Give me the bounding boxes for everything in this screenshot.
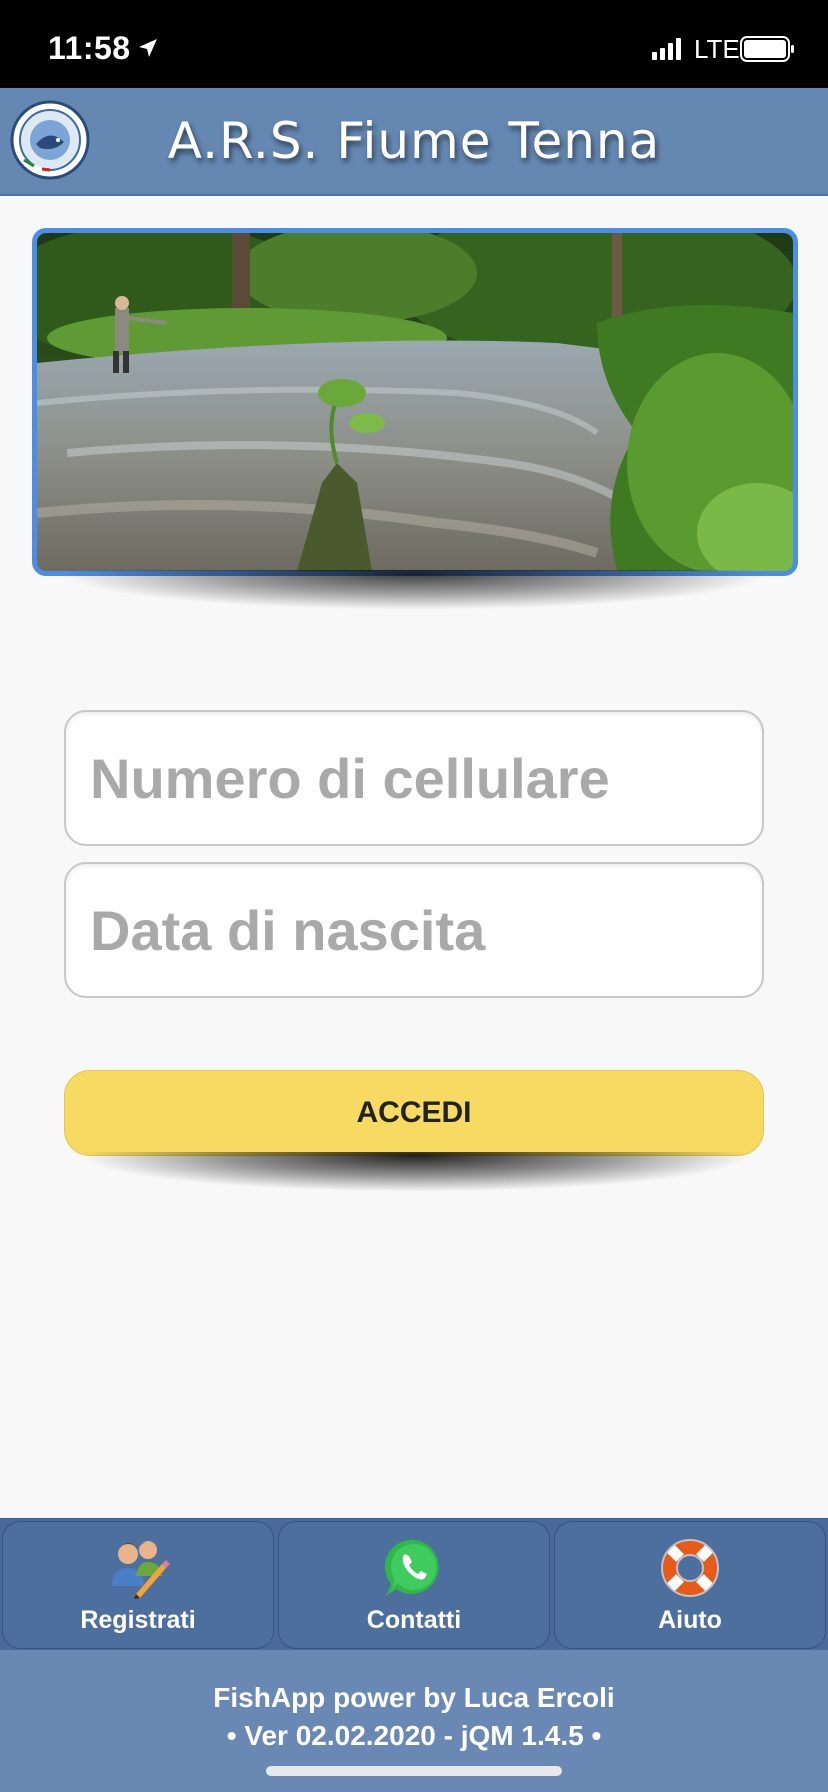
contacts-label: Contatti <box>366 1606 462 1634</box>
battery-icon <box>740 36 794 62</box>
help-button[interactable]: Aiuto <box>554 1521 826 1649</box>
bottom-nav: Registrati Contatti Aiuto <box>0 1518 828 1650</box>
home-indicator[interactable] <box>266 1766 562 1776</box>
help-label: Aiuto <box>658 1606 722 1634</box>
app-header: A.R.S. Fiume Tenna <box>0 88 828 196</box>
footer-version: • Ver 02.02.2020 - jQM 1.4.5 • <box>226 1720 602 1751</box>
banner-image <box>32 228 798 576</box>
phone-number-field[interactable] <box>64 710 764 846</box>
register-button[interactable]: Registrati <box>2 1521 274 1649</box>
page-title: A.R.S. Fiume Tenna <box>167 112 661 170</box>
login-button-shadow <box>80 1152 750 1192</box>
login-button[interactable]: ACCEDI <box>64 1070 764 1156</box>
contacts-button[interactable]: Contatti <box>278 1521 550 1649</box>
status-time: 11:58 <box>48 30 131 66</box>
users-register-icon <box>112 1541 170 1599</box>
banner-shadow <box>60 570 770 610</box>
river-fly-fishing-photo <box>37 233 793 571</box>
cellular-signal-icon <box>652 38 681 60</box>
register-label: Registrati <box>80 1606 196 1634</box>
birth-date-field[interactable] <box>64 862 764 998</box>
footer-credit: FishApp power by Luca Ercoli <box>213 1682 615 1713</box>
status-bar: 11:58 LTE <box>0 0 828 88</box>
whatsapp-icon <box>384 1539 439 1596</box>
location-arrow-icon <box>139 39 157 57</box>
lifebuoy-icon <box>661 1539 719 1597</box>
network-type-label: LTE <box>694 34 740 64</box>
